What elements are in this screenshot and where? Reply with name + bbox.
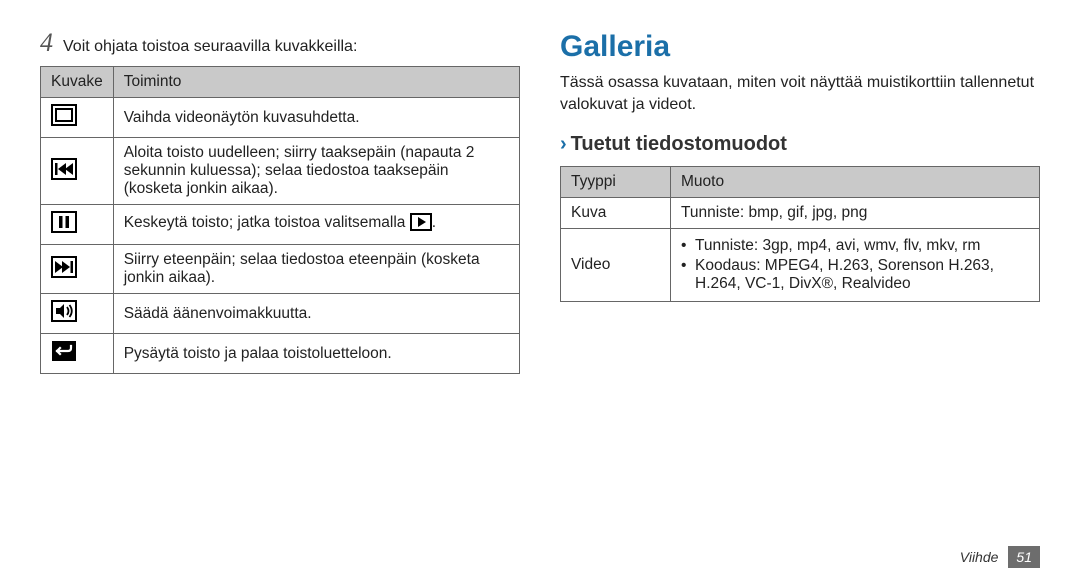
- table-row: Pysäytä toisto ja palaa toistoluetteloon…: [41, 334, 520, 374]
- format-video: Tunniste: 3gp, mp4, avi, wmv, flv, mkv, …: [671, 229, 1040, 302]
- row-text: Aloita toisto uudelleen; siirry taaksepä…: [113, 138, 519, 205]
- table-header-row: Kuvake Toiminto: [41, 67, 520, 98]
- page-footer: Viihde 51: [960, 546, 1040, 568]
- table-row: Vaihda videonäytön kuvasuhdetta.: [41, 98, 520, 138]
- header-type: Tyyppi: [561, 167, 671, 198]
- aspect-ratio-icon: [41, 98, 114, 138]
- skip-back-icon: [41, 138, 114, 205]
- format-image: Tunniste: bmp, gif, jpg, png: [671, 198, 1040, 229]
- table-header-row: Tyyppi Muoto: [561, 167, 1040, 198]
- step-line: 4 Voit ohjata toistoa seuraavilla kuvakk…: [40, 30, 520, 56]
- right-column: Galleria Tässä osassa kuvataan, miten vo…: [560, 30, 1040, 586]
- footer-section: Viihde: [960, 549, 999, 565]
- table-row: Säädä äänenvoimakkuutta.: [41, 294, 520, 334]
- table-row: Keskeytä toisto; jatka toistoa valitsema…: [41, 205, 520, 245]
- row-text: Keskeytä toisto; jatka toistoa valitsema…: [113, 205, 519, 245]
- pause-text-after: .: [432, 214, 436, 231]
- section-intro: Tässä osassa kuvataan, miten voit näyttä…: [560, 72, 1040, 115]
- table-row: Siirry eteenpäin; selaa tiedostoa eteenp…: [41, 245, 520, 294]
- type-image: Kuva: [561, 198, 671, 229]
- pause-text-before: Keskeytä toisto; jatka toistoa valitsema…: [124, 214, 410, 231]
- video-format-list: Tunniste: 3gp, mp4, avi, wmv, flv, mkv, …: [681, 237, 1029, 293]
- chevron-right-icon: ›: [560, 133, 567, 155]
- subsection-title: Tuetut tiedostomuodot: [571, 133, 787, 155]
- row-text: Siirry eteenpäin; selaa tiedostoa eteenp…: [113, 245, 519, 294]
- row-text: Vaihda videonäytön kuvasuhdetta.: [113, 98, 519, 138]
- table-row: Aloita toisto uudelleen; siirry taaksepä…: [41, 138, 520, 205]
- page-number: 51: [1008, 546, 1040, 568]
- skip-forward-icon: [41, 245, 114, 294]
- subsection-heading: ›Tuetut tiedostomuodot: [560, 133, 1040, 156]
- header-icon: Kuvake: [41, 67, 114, 98]
- pause-icon: [41, 205, 114, 245]
- play-icon-inline: [410, 213, 432, 236]
- table-row: Video Tunniste: 3gp, mp4, avi, wmv, flv,…: [561, 229, 1040, 302]
- step-text: Voit ohjata toistoa seuraavilla kuvakkei…: [63, 38, 357, 56]
- manual-page: 4 Voit ohjata toistoa seuraavilla kuvakk…: [0, 0, 1080, 586]
- row-text: Säädä äänenvoimakkuutta.: [113, 294, 519, 334]
- header-function: Toiminto: [113, 67, 519, 98]
- list-item: Tunniste: 3gp, mp4, avi, wmv, flv, mkv, …: [681, 237, 1029, 255]
- left-column: 4 Voit ohjata toistoa seuraavilla kuvakk…: [40, 30, 520, 586]
- list-item: Koodaus: MPEG4, H.263, Sorenson H.263, H…: [681, 257, 1029, 293]
- volume-icon: [41, 294, 114, 334]
- playback-icons-table: Kuvake Toiminto Vaihda videonäytön kuvas…: [40, 66, 520, 374]
- row-text: Pysäytä toisto ja palaa toistoluetteloon…: [113, 334, 519, 374]
- section-title: Galleria: [560, 30, 1040, 64]
- formats-table: Tyyppi Muoto Kuva Tunniste: bmp, gif, jp…: [560, 166, 1040, 302]
- table-row: Kuva Tunniste: bmp, gif, jpg, png: [561, 198, 1040, 229]
- type-video: Video: [561, 229, 671, 302]
- header-format: Muoto: [671, 167, 1040, 198]
- step-number: 4: [40, 30, 53, 56]
- back-return-icon: [41, 334, 114, 374]
